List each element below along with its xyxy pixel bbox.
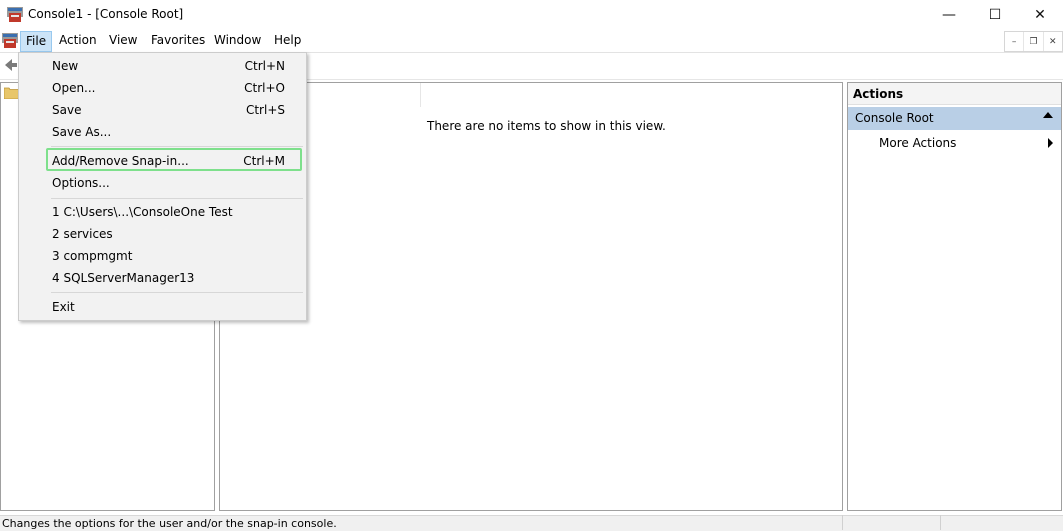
mdi-minimize-button[interactable]: – — [1005, 32, 1025, 51]
shortcut-open: Ctrl+O — [244, 81, 285, 95]
more-actions-item[interactable]: More Actions — [879, 136, 956, 150]
console-app-icon[interactable] — [7, 7, 23, 22]
menu-item-new[interactable]: New — [52, 59, 78, 73]
mdi-restore-button[interactable]: ❐ — [1024, 32, 1044, 51]
menu-view[interactable]: View — [104, 30, 142, 51]
close-button[interactable]: ✕ — [1017, 0, 1063, 30]
status-separator — [842, 515, 843, 530]
actions-section-console-root[interactable]: Console Root — [848, 107, 1061, 130]
folder-icon[interactable] — [4, 86, 19, 99]
menu-item-recent-3[interactable]: 3 compmgmt — [52, 249, 132, 263]
column-divider[interactable] — [420, 83, 421, 107]
mdi-controls: – ❐ ✕ — [1004, 31, 1063, 52]
menu-item-save-as[interactable]: Save As... — [52, 125, 111, 139]
menu-file[interactable]: File — [20, 31, 53, 52]
menu-item-open[interactable]: Open... — [52, 81, 96, 95]
window-title: Console1 - [Console Root] — [28, 7, 184, 21]
menu-separator — [51, 146, 303, 147]
menu-item-recent-2[interactable]: 2 services — [52, 227, 113, 241]
console-system-menu-icon[interactable] — [2, 33, 18, 48]
menu-item-save[interactable]: Save — [52, 103, 81, 117]
result-pane[interactable] — [219, 82, 843, 511]
maximize-button[interactable]: ☐ — [972, 0, 1018, 30]
submenu-arrow-icon — [1048, 138, 1053, 148]
menu-action[interactable]: Action — [54, 30, 102, 51]
menu-window[interactable]: Window — [209, 30, 266, 51]
actions-header: Actions — [848, 83, 1061, 105]
menu-item-recent-4[interactable]: 4 SQLServerManager13 — [52, 271, 194, 285]
menu-item-recent-1[interactable]: 1 C:\Users\...\ConsoleOne Test — [52, 205, 233, 219]
minimize-button[interactable]: — — [926, 0, 972, 30]
menu-separator — [51, 292, 303, 293]
shortcut-new: Ctrl+N — [244, 59, 285, 73]
shortcut-save: Ctrl+S — [245, 103, 285, 117]
back-arrow-icon[interactable] — [4, 58, 18, 72]
mdi-close-button[interactable]: ✕ — [1044, 32, 1062, 51]
menu-separator — [51, 198, 303, 199]
shortcut-add-remove-snap-in: Ctrl+M — [243, 154, 285, 168]
collapse-up-icon[interactable] — [1043, 112, 1053, 118]
status-text: Changes the options for the user and/or … — [2, 517, 337, 530]
status-separator — [940, 515, 941, 530]
menu-item-exit[interactable]: Exit — [52, 300, 75, 314]
empty-view-message: There are no items to show in this view. — [427, 119, 666, 133]
menu-item-options[interactable]: Options... — [52, 176, 110, 190]
menu-help[interactable]: Help — [269, 30, 306, 51]
menu-favorites[interactable]: Favorites — [146, 30, 210, 51]
